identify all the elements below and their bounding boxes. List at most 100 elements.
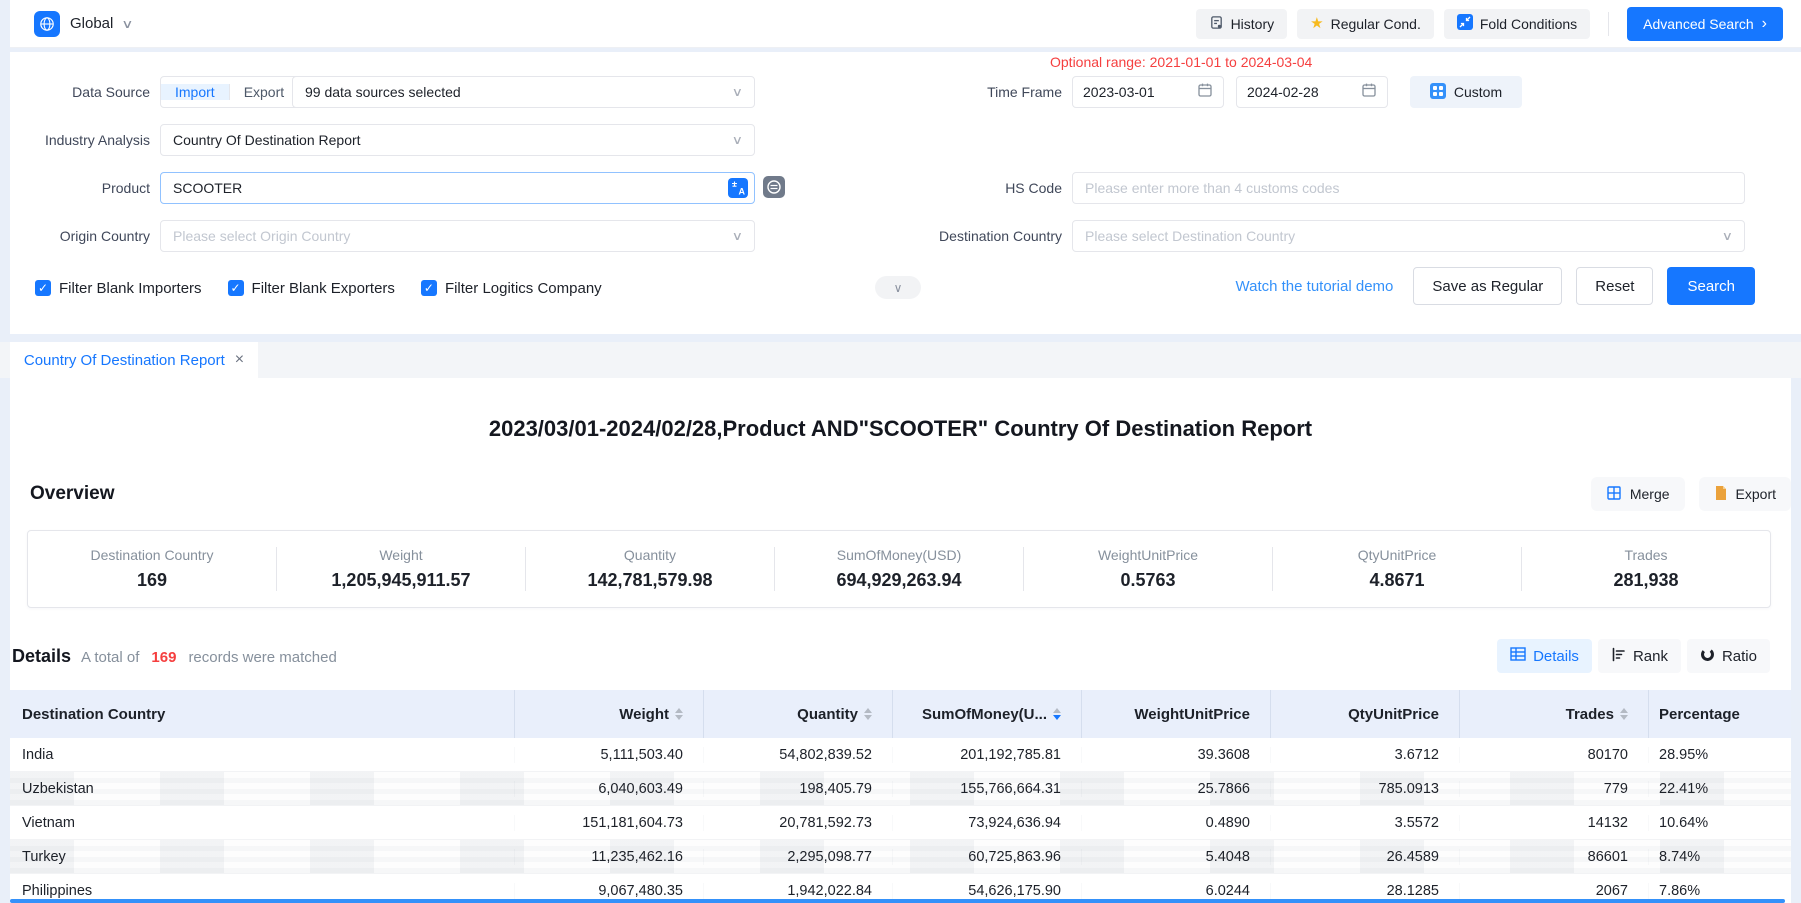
stat-value: 0.5763 [1120, 570, 1175, 591]
sort-icon[interactable] [1620, 708, 1628, 720]
sort-icon[interactable] [675, 708, 683, 720]
column-label: QtyUnitPrice [1348, 706, 1439, 723]
stat-value: 1,205,945,911.57 [331, 570, 470, 591]
column-header-weight[interactable]: Weight [515, 690, 704, 738]
collapse-form-button[interactable]: ∨ [875, 276, 921, 299]
sort-icon[interactable] [1053, 708, 1061, 720]
destination-country-placeholder: Please select Destination Country [1085, 228, 1295, 244]
report-content: 2023/03/01-2024/02/28,Product AND"SCOOTE… [10, 378, 1791, 903]
details-heading: Details [12, 646, 71, 667]
date-end-input[interactable] [1236, 76, 1388, 108]
region-label: Global [70, 15, 113, 32]
sort-icon[interactable] [864, 708, 872, 720]
close-icon[interactable]: × [235, 352, 244, 368]
regular-cond-button[interactable]: ★ Regular Cond. [1297, 9, 1434, 39]
merge-label: Merge [1630, 486, 1670, 502]
regular-cond-label: Regular Cond. [1331, 16, 1421, 32]
checkbox-filter-blank-importers[interactable]: ✓Filter Blank Importers [35, 280, 202, 297]
reset-button[interactable]: Reset [1576, 267, 1653, 305]
stat-weight: Weight1,205,945,911.57 [276, 547, 525, 591]
synonym-icon[interactable] [763, 176, 785, 203]
divider [1608, 12, 1609, 36]
view-rank-button[interactable]: Rank [1598, 639, 1681, 673]
advanced-search-button[interactable]: Advanced Search › [1627, 7, 1783, 41]
data-source-toggle: Import Export [160, 76, 299, 108]
tutorial-link[interactable]: Watch the tutorial demo [1236, 278, 1394, 295]
product-field: A [160, 172, 755, 204]
fold-conditions-button[interactable]: Fold Conditions [1444, 9, 1590, 39]
data-sources-select[interactable]: 99 data sources selected ∨ [292, 76, 755, 108]
horizontal-scrollbar[interactable] [10, 899, 1785, 903]
stat-weightunitprice: WeightUnitPrice0.5763 [1023, 547, 1272, 591]
cell-sumofmoney-u: 155,766,664.31 [893, 781, 1082, 797]
column-header-percentage: Percentage [1649, 690, 1791, 738]
fold-icon [1457, 14, 1473, 33]
column-label: Destination Country [22, 706, 165, 723]
details-table: Destination Country WeightQuantitySumOfMo… [10, 690, 1791, 903]
stat-value: 694,929,263.94 [836, 570, 961, 591]
industry-analysis-select[interactable]: Country Of Destination Report ∨ [160, 124, 755, 156]
cell-trades: 779 [1460, 781, 1649, 797]
date-start-input[interactable] [1072, 76, 1224, 108]
date-start-value[interactable] [1083, 84, 1175, 100]
product-input[interactable] [160, 172, 755, 204]
overview-buttons: Merge Export [1591, 477, 1791, 511]
search-button[interactable]: Search [1667, 267, 1755, 305]
merge-button[interactable]: Merge [1591, 477, 1685, 511]
hs-code-label: HS Code [902, 180, 1062, 196]
export-toggle[interactable]: Export [229, 84, 298, 100]
translate-icon[interactable]: A [728, 178, 748, 203]
cell-country: Vietnam [10, 815, 515, 831]
region-selector[interactable]: Global ∨ [34, 11, 132, 37]
stat-value: 4.8671 [1369, 570, 1424, 591]
view-details-label: Details [1533, 648, 1579, 665]
stat-quantity: Quantity142,781,579.98 [525, 547, 774, 591]
merge-icon [1606, 485, 1622, 504]
column-label: Percentage [1659, 706, 1740, 723]
destination-country-select[interactable]: Please select Destination Country ∨ [1072, 220, 1745, 252]
filter-checkboxes: ✓Filter Blank Importers ✓Filter Blank Exp… [35, 270, 602, 306]
history-icon [1209, 15, 1224, 33]
table-row-turkey: Turkey11,235,462.162,295,098.7760,725,86… [10, 840, 1791, 874]
column-header-trades[interactable]: Trades [1460, 690, 1649, 738]
stat-destination-country: Destination Country169 [28, 547, 276, 591]
column-header-quantity[interactable]: Quantity [704, 690, 893, 738]
chevron-down-icon: ∨ [732, 133, 743, 147]
cell-weightunitprice: 0.4890 [1082, 815, 1271, 831]
cell-weight: 5,111,503.40 [515, 747, 704, 763]
cell-weight: 9,067,480.35 [515, 883, 704, 899]
arrow-right-icon: › [1762, 16, 1767, 32]
cell-weightunitprice: 6.0244 [1082, 883, 1271, 899]
date-end-value[interactable] [1247, 84, 1339, 100]
origin-country-select[interactable]: Please select Origin Country ∨ [160, 220, 755, 252]
search-form: Optional range: 2021-01-01 to 2024-03-04… [10, 52, 1801, 334]
custom-range-button[interactable]: Custom [1410, 76, 1522, 108]
column-header-sumofmoney-u[interactable]: SumOfMoney(U... [893, 690, 1082, 738]
save-as-regular-button[interactable]: Save as Regular [1413, 267, 1562, 305]
checkbox-filter-logitics-company[interactable]: ✓Filter Logitics Company [421, 280, 602, 297]
view-details-button[interactable]: Details [1497, 639, 1592, 673]
view-ratio-button[interactable]: Ratio [1687, 639, 1770, 673]
stat-label: SumOfMoney(USD) [837, 547, 961, 563]
app: Global ∨ History ★ Regular Cond. Fold Co… [0, 0, 1801, 903]
optional-range-note: Optional range: 2021-01-01 to 2024-03-04 [1050, 54, 1312, 70]
stat-label: Quantity [624, 547, 676, 563]
export-button[interactable]: Export [1699, 477, 1791, 511]
tab-strip: Country Of Destination Report × [0, 342, 1801, 378]
details-header: Details A total of 169 records were matc… [12, 638, 1770, 674]
cell-percentage: 10.64% [1649, 815, 1791, 831]
cell-weightunitprice: 39.3608 [1082, 747, 1271, 763]
column-header-weightunitprice: WeightUnitPrice [1082, 690, 1271, 738]
destination-country-label: Destination Country [902, 228, 1062, 244]
cell-trades: 2067 [1460, 883, 1649, 899]
hs-code-input[interactable] [1072, 172, 1745, 204]
tab-country-of-destination-report[interactable]: Country Of Destination Report × [10, 342, 258, 378]
import-toggle[interactable]: Import [161, 84, 229, 100]
cell-qtyunitprice: 785.0913 [1271, 781, 1460, 797]
svg-text:A: A [739, 187, 746, 197]
history-button[interactable]: History [1196, 9, 1288, 39]
cell-weight: 6,040,603.49 [515, 781, 704, 797]
cell-trades: 80170 [1460, 747, 1649, 763]
checkbox-filter-blank-exporters[interactable]: ✓Filter Blank Exporters [228, 280, 395, 297]
advanced-search-label: Advanced Search [1643, 16, 1754, 32]
